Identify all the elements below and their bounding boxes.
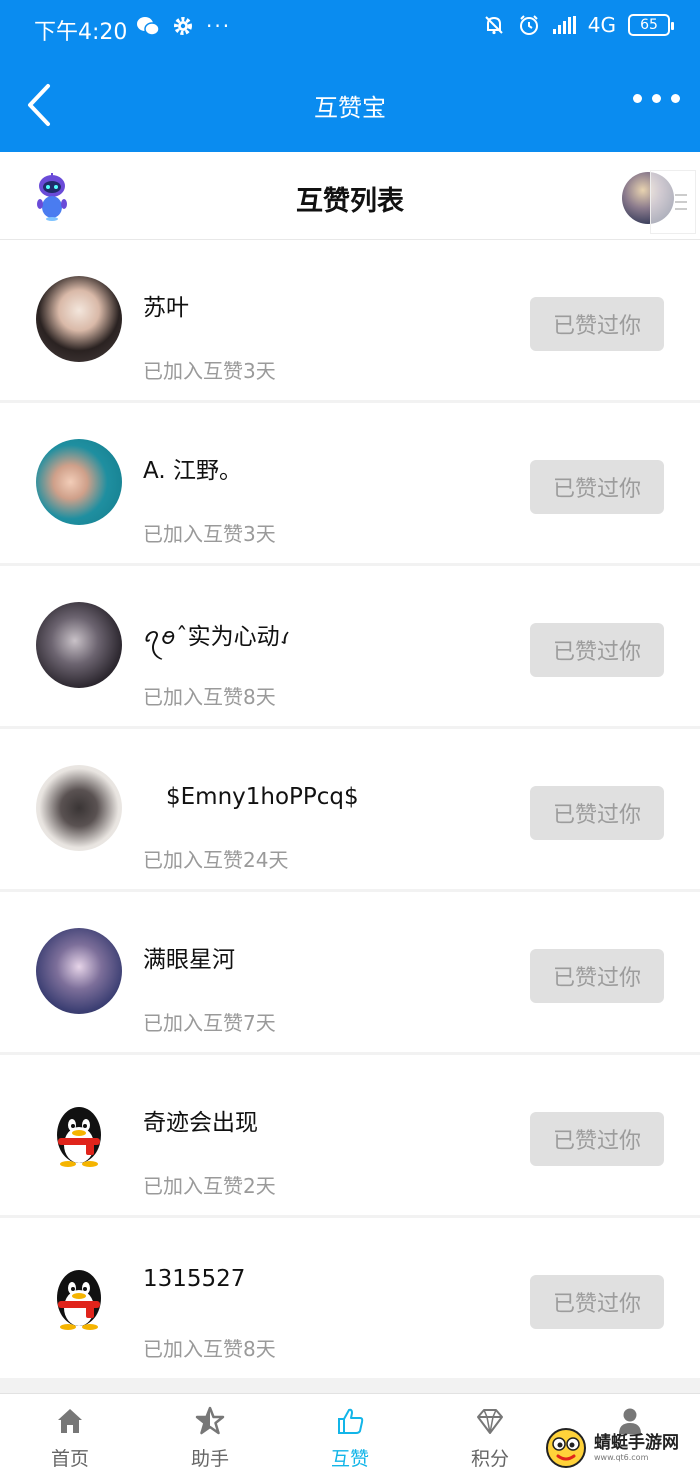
more-options-icon[interactable]	[633, 94, 680, 103]
gear-icon	[174, 17, 192, 35]
status-time: 下午4:20	[34, 20, 128, 45]
tab-assistant[interactable]: 助手	[140, 1394, 280, 1477]
join-duration: 已加入互赞8天	[143, 685, 276, 709]
liked-you-button[interactable]: 已赞过你	[530, 949, 664, 1003]
avatar[interactable]	[36, 1091, 122, 1177]
avatar[interactable]	[36, 276, 122, 362]
liked-you-button[interactable]: 已赞过你	[530, 623, 664, 677]
alarm-clock-icon	[519, 15, 538, 35]
list-item: ꪖꪮˆ实为心动ꪹ 已加入互赞8天 已赞过你	[0, 566, 700, 726]
user-name: A. 江野。	[143, 458, 242, 484]
qq-penguin-icon	[57, 1107, 101, 1167]
list-item: A. 江野。 已加入互赞3天 已赞过你	[0, 403, 700, 563]
tab-label: 互赞	[330, 1448, 369, 1470]
battery-icon: 65	[628, 14, 674, 36]
user-name: 苏叶	[143, 295, 189, 321]
liked-you-button[interactable]: 已赞过你	[530, 460, 664, 514]
join-duration: 已加入互赞3天	[143, 359, 276, 383]
list-item: 满眼星河 已加入互赞7天 已赞过你	[0, 892, 700, 1052]
tab-mutual-like[interactable]: 互赞	[280, 1394, 420, 1477]
list-item: 奇迹会出现 已加入互赞2天 已赞过你	[0, 1055, 700, 1215]
user-name: ꪖꪮˆ实为心动ꪹ	[143, 624, 291, 650]
tab-label: 助手	[190, 1448, 229, 1470]
join-duration: 已加入互赞3天	[143, 522, 276, 546]
watermark-text: 蜻蜓手游网	[594, 1433, 679, 1454]
home-icon	[58, 1409, 82, 1433]
user-name: $Emny1hoPPcq$	[143, 784, 359, 810]
list-item: $Emny1hoPPcq$ 已加入互赞24天 已赞过你	[0, 729, 700, 889]
avatar[interactable]	[36, 602, 122, 688]
avatar[interactable]	[36, 439, 122, 525]
thumbs-up-icon	[338, 1408, 364, 1434]
join-duration: 已加入互赞24天	[143, 848, 289, 872]
menu-lines-icon	[675, 194, 687, 210]
join-duration: 已加入互赞2天	[143, 1174, 276, 1198]
list-item: 1315527 已加入互赞8天 已赞过你	[0, 1218, 700, 1378]
join-duration: 已加入互赞8天	[143, 1337, 276, 1361]
liked-you-button[interactable]: 已赞过你	[530, 1112, 664, 1166]
tab-label: 积分	[470, 1448, 509, 1470]
tab-points[interactable]: 积分	[420, 1394, 560, 1477]
status-bar: 下午4:20 ··· 4G 65	[0, 0, 700, 58]
qq-penguin-icon	[57, 1270, 101, 1330]
nav-bar: 互赞宝	[0, 58, 700, 152]
liked-you-button[interactable]: 已赞过你	[530, 297, 664, 351]
user-name: 1315527	[143, 1266, 246, 1292]
mutual-like-list: 苏叶 已加入互赞3天 已赞过你 A. 江野。 已加入互赞3天 已赞过你 ꪖꪮˆ实…	[0, 240, 700, 1381]
signal-icon	[552, 16, 576, 34]
watermark: 蜻蜓手游网 www.qt6.com	[544, 1425, 694, 1471]
page-title: 互赞宝	[314, 94, 386, 122]
watermark-url: www.qt6.com	[594, 1452, 649, 1462]
side-menu-handle[interactable]	[650, 170, 696, 234]
diamond-icon	[477, 1409, 503, 1434]
more-notifications-icon: ···	[206, 14, 232, 38]
liked-you-button[interactable]: 已赞过你	[530, 1275, 664, 1329]
tab-label: 首页	[50, 1448, 89, 1470]
user-name: 奇迹会出现	[143, 1110, 258, 1136]
list-item: 苏叶 已加入互赞3天 已赞过你	[0, 240, 700, 400]
battery-level: 65	[640, 17, 658, 33]
join-duration: 已加入互赞7天	[143, 1011, 276, 1035]
liked-you-button[interactable]: 已赞过你	[530, 786, 664, 840]
bell-muted-icon	[485, 16, 503, 35]
network-type: 4G	[587, 13, 616, 37]
user-name: 满眼星河	[143, 947, 235, 973]
list-title: 互赞列表	[296, 186, 404, 217]
dragonfly-logo-icon	[546, 1428, 586, 1468]
avatar[interactable]	[36, 765, 122, 851]
avatar[interactable]	[36, 928, 122, 1014]
wechat-icon	[137, 17, 160, 36]
tab-home[interactable]: 首页	[0, 1394, 140, 1477]
list-header: 互赞列表	[0, 152, 700, 240]
star-icon	[195, 1406, 225, 1435]
avatar[interactable]	[36, 1254, 122, 1340]
